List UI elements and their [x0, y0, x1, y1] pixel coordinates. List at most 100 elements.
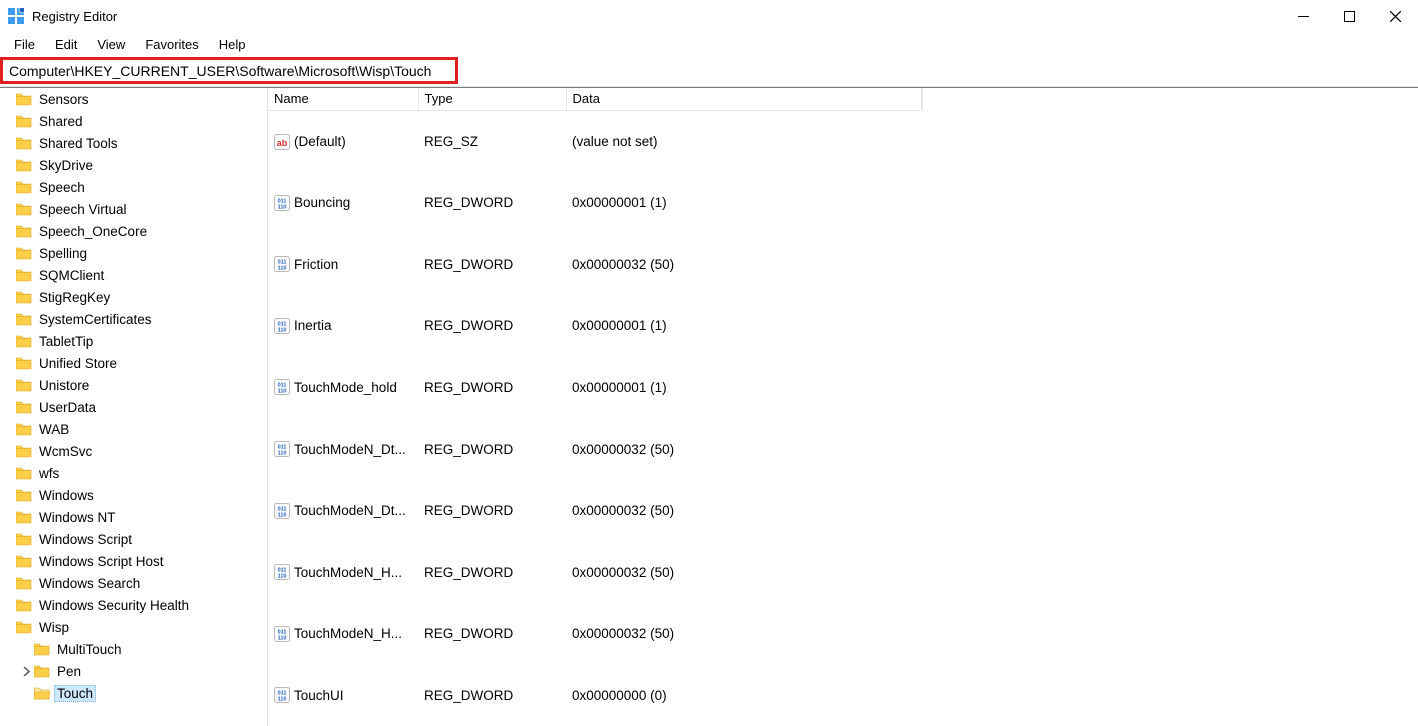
- cell-type: REG_DWORD: [418, 234, 566, 296]
- list-row[interactable]: TouchModeN_Dt...REG_DWORD0x00000032 (50): [268, 418, 921, 480]
- folder-icon: [16, 356, 32, 370]
- folder-icon: [16, 422, 32, 436]
- tree-item-label: WcmSvc: [36, 443, 95, 460]
- window-title: Registry Editor: [32, 9, 117, 24]
- tree-item[interactable]: StigRegKey: [0, 286, 267, 308]
- close-button[interactable]: [1372, 0, 1418, 32]
- column-header-name[interactable]: Name: [268, 88, 418, 111]
- value-name: TouchModeN_Dt...: [294, 503, 406, 518]
- list-gap: [922, 88, 1402, 110]
- cell-type: REG_DWORD: [418, 295, 566, 357]
- address-bar-row: [0, 56, 1418, 87]
- folder-icon: [16, 246, 32, 260]
- menubar: File Edit View Favorites Help: [0, 32, 1418, 56]
- tree-item[interactable]: WcmSvc: [0, 440, 267, 462]
- tree-item[interactable]: TabletTip: [0, 330, 267, 352]
- binary-value-icon: [274, 626, 290, 642]
- list-row[interactable]: TouchMode_holdREG_DWORD0x00000001 (1): [268, 357, 921, 419]
- tree-item[interactable]: SQMClient: [0, 264, 267, 286]
- tree-item[interactable]: Windows Search: [0, 572, 267, 594]
- tree-item[interactable]: Windows Security Health: [0, 594, 267, 616]
- list-row[interactable]: TouchModeN_H...REG_DWORD0x00000032 (50): [268, 541, 921, 603]
- menu-file[interactable]: File: [4, 35, 45, 54]
- cell-data: 0x00000001 (1): [566, 295, 921, 357]
- tree-item[interactable]: Speech_OneCore: [0, 220, 267, 242]
- folder-icon: [16, 532, 32, 546]
- tree-item[interactable]: Windows: [0, 484, 267, 506]
- tree-item[interactable]: Speech Virtual: [0, 198, 267, 220]
- chevron-right-icon[interactable]: [18, 667, 34, 676]
- list-row[interactable]: (Default)REG_SZ(value not set): [268, 111, 921, 173]
- menu-help[interactable]: Help: [209, 35, 256, 54]
- tree-item[interactable]: SystemCertificates: [0, 308, 267, 330]
- list-row[interactable]: TouchModeN_Dt...REG_DWORD0x00000032 (50): [268, 480, 921, 542]
- tree-item[interactable]: Sensors: [0, 88, 267, 110]
- cell-type: REG_DWORD: [418, 357, 566, 419]
- list-row[interactable]: BouncingREG_DWORD0x00000001 (1): [268, 172, 921, 234]
- cell-name: TouchMode_hold: [268, 357, 418, 419]
- tree-item[interactable]: Shared Tools: [0, 132, 267, 154]
- address-input[interactable]: [3, 62, 455, 80]
- tree-item-label: SQMClient: [36, 267, 107, 284]
- tree-item-label: Wisp: [36, 619, 72, 636]
- tree-item[interactable]: Spelling: [0, 242, 267, 264]
- cell-data: 0x00000032 (50): [566, 603, 921, 665]
- tree-item[interactable]: Pen: [0, 660, 267, 682]
- folder-icon: [34, 642, 50, 656]
- folder-icon: [16, 180, 32, 194]
- cell-data: 0x00000032 (50): [566, 418, 921, 480]
- column-header-data[interactable]: Data: [566, 88, 921, 111]
- tree-item[interactable]: Windows Script Host: [0, 550, 267, 572]
- tree-item[interactable]: MultiTouch: [0, 638, 267, 660]
- tree-item[interactable]: wfs: [0, 462, 267, 484]
- cell-data: 0x00000032 (50): [566, 480, 921, 542]
- tree-item-label: Pen: [54, 663, 84, 680]
- tree-item-label: Unified Store: [36, 355, 120, 372]
- binary-value-icon: [274, 379, 290, 395]
- tree-item[interactable]: WAB: [0, 418, 267, 440]
- value-name: TouchModeN_Dt...: [294, 442, 406, 457]
- list-row[interactable]: Inertia REG_DWORD0x00000001 (1): [268, 295, 921, 357]
- tree-item-label: SkyDrive: [36, 157, 96, 174]
- column-header-type[interactable]: Type: [418, 88, 566, 111]
- maximize-button[interactable]: [1326, 0, 1372, 32]
- tree-item[interactable]: Touch: [0, 682, 267, 704]
- list-pane[interactable]: Name Type Data (Default)REG_SZ(value not…: [268, 88, 1418, 726]
- binary-value-icon: [274, 318, 290, 334]
- tree-item-label: SystemCertificates: [36, 311, 155, 328]
- tree-item[interactable]: SkyDrive: [0, 154, 267, 176]
- list-row[interactable]: TouchModeN_H...REG_DWORD0x00000032 (50): [268, 603, 921, 665]
- list-row[interactable]: TouchUIREG_DWORD0x00000000 (0): [268, 664, 921, 726]
- value-name: Inertia: [294, 318, 332, 333]
- tree-pane[interactable]: SensorsSharedShared ToolsSkyDriveSpeechS…: [0, 88, 268, 726]
- menu-edit[interactable]: Edit: [45, 35, 87, 54]
- cell-data: 0x00000001 (1): [566, 172, 921, 234]
- folder-icon: [16, 444, 32, 458]
- folder-icon: [16, 598, 32, 612]
- cell-data: (value not set): [566, 111, 921, 173]
- menu-favorites[interactable]: Favorites: [135, 35, 208, 54]
- tree-item-label: WAB: [36, 421, 72, 438]
- list-header: Name Type Data: [268, 88, 921, 111]
- tree-item-label: MultiTouch: [54, 641, 125, 658]
- minimize-button[interactable]: [1280, 0, 1326, 32]
- cell-name: Bouncing: [268, 172, 418, 234]
- cell-name: TouchModeN_H...: [268, 541, 418, 603]
- address-bar-highlight: [0, 57, 458, 84]
- tree-item[interactable]: Windows Script: [0, 528, 267, 550]
- tree-item[interactable]: Speech: [0, 176, 267, 198]
- list-row[interactable]: FrictionREG_DWORD0x00000032 (50): [268, 234, 921, 296]
- tree-item-label: UserData: [36, 399, 99, 416]
- tree-item[interactable]: Wisp: [0, 616, 267, 638]
- tree-item-label: Windows NT: [36, 509, 119, 526]
- tree-item[interactable]: Windows NT: [0, 506, 267, 528]
- folder-icon: [34, 664, 50, 678]
- cell-data: 0x00000001 (1): [566, 357, 921, 419]
- menu-view[interactable]: View: [87, 35, 135, 54]
- binary-value-icon: [274, 195, 290, 211]
- cell-name: TouchUI: [268, 664, 418, 726]
- tree-item[interactable]: Unified Store: [0, 352, 267, 374]
- tree-item[interactable]: UserData: [0, 396, 267, 418]
- tree-item[interactable]: Shared: [0, 110, 267, 132]
- tree-item[interactable]: Unistore: [0, 374, 267, 396]
